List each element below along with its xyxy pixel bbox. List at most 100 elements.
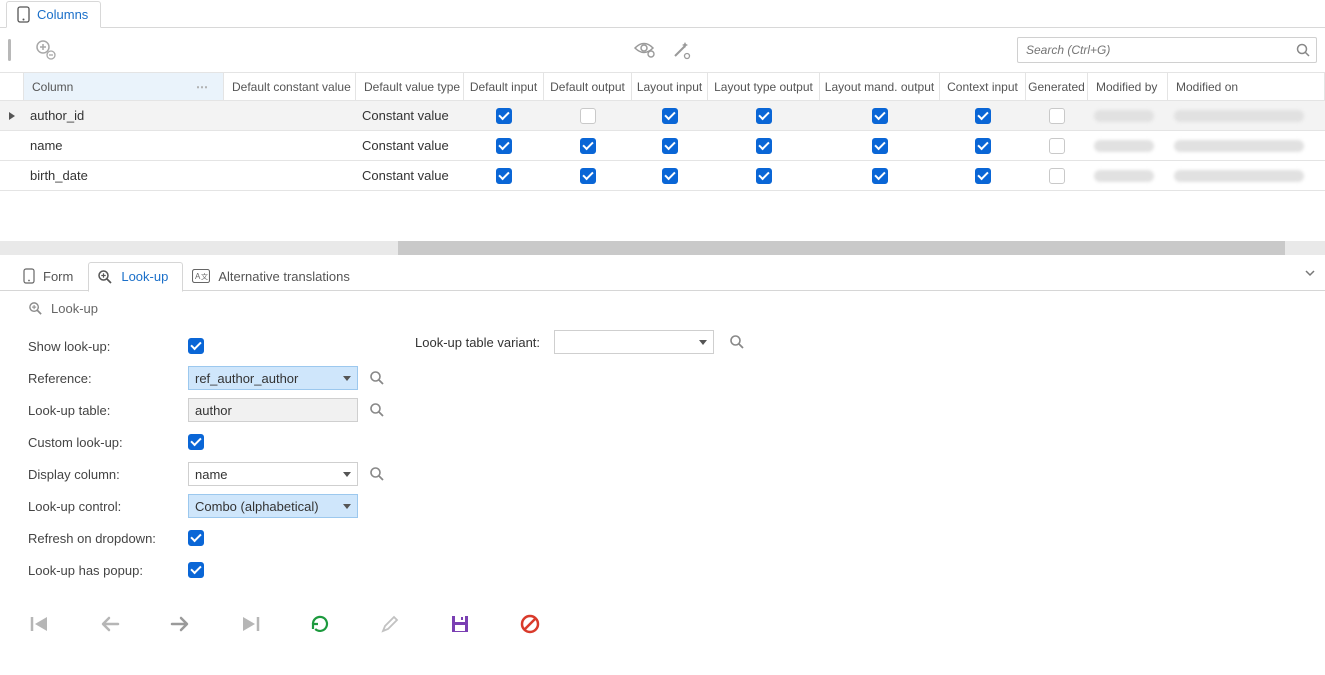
col-header-do[interactable]: Default output [544,73,632,100]
tab-alt-translations[interactable]: A文 Alternative translations [183,261,365,291]
checkbox[interactable] [872,168,888,184]
checkbox[interactable] [496,138,512,154]
checkbox[interactable] [872,138,888,154]
table-row[interactable]: name Constant value [0,130,1325,160]
table-row[interactable]: author_id Constant value [0,100,1325,130]
checkbox[interactable] [756,138,772,154]
col-header-di[interactable]: Default input [464,73,544,100]
refresh-button[interactable] [308,612,332,636]
checkbox[interactable] [1049,108,1065,124]
redacted-text [1174,170,1304,182]
next-record-button[interactable] [168,612,192,636]
translate-icon: A文 [192,269,210,283]
show-lookup-checkbox[interactable] [188,338,204,354]
magnifier-icon [28,301,43,316]
col-header-modby[interactable]: Modified by [1088,73,1168,100]
checkbox[interactable] [975,168,991,184]
tab-lookup-label: Look-up [121,269,168,284]
top-tab-columns[interactable]: Columns [6,1,101,28]
variant-label: Look-up table variant: [415,335,540,350]
col-header-lto[interactable]: Layout type output [708,73,820,100]
lookup-control-label: Look-up control: [28,499,188,514]
has-popup-checkbox[interactable] [188,562,204,578]
reference-search-button[interactable] [368,369,386,387]
cell-dvt: Constant value [356,131,464,160]
display-column-select[interactable]: name [188,462,358,486]
redacted-text [1174,140,1304,152]
checkbox[interactable] [756,168,772,184]
custom-lookup-label: Custom look-up: [28,435,188,450]
tab-form[interactable]: Form [14,261,88,291]
cell-column-name: birth_date [24,161,224,190]
grid-header-row: Column ⋯ Default constant value Default … [0,72,1325,100]
display-column-search-button[interactable] [368,465,386,483]
lookup-table-search-button[interactable] [368,401,386,419]
search-box[interactable] [1017,37,1317,63]
magnifier-icon [97,269,113,285]
col-header-column[interactable]: Column [32,80,73,94]
checkbox[interactable] [580,138,596,154]
col-header-li[interactable]: Layout input [632,73,708,100]
redacted-text [1174,110,1304,122]
horizontal-scrollbar[interactable] [0,241,1325,255]
columns-grid: Column ⋯ Default constant value Default … [0,72,1325,191]
checkbox[interactable] [1049,138,1065,154]
last-record-button[interactable] [238,612,262,636]
col-header-modon[interactable]: Modified on [1168,73,1325,100]
checkbox[interactable] [975,138,991,154]
checkbox[interactable] [756,108,772,124]
col-header-ci[interactable]: Context input [940,73,1026,100]
add-remove-icon[interactable] [35,39,57,61]
checkbox[interactable] [580,168,596,184]
checkbox[interactable] [975,108,991,124]
top-tab-label: Columns [37,7,88,22]
checkbox[interactable] [496,108,512,124]
section-title: Look-up [51,301,98,316]
prev-record-button[interactable] [98,612,122,636]
checkbox[interactable] [580,108,596,124]
custom-lookup-checkbox[interactable] [188,434,204,450]
checkbox[interactable] [662,168,678,184]
reference-label: Reference: [28,371,188,386]
device-icon [15,7,31,23]
table-row[interactable]: birth_dateConstant value [0,160,1325,190]
checkbox[interactable] [662,108,678,124]
wand-icon[interactable] [670,39,692,61]
reference-select[interactable]: ref_author_author [188,366,358,390]
tab-form-label: Form [43,269,73,284]
eye-gear-icon[interactable] [634,39,656,61]
grid-icon[interactable] [8,39,11,61]
edit-button[interactable] [378,612,402,636]
checkbox[interactable] [662,138,678,154]
redacted-text [1094,140,1154,152]
search-input[interactable] [1024,42,1296,58]
cell-column-name: name [24,131,224,160]
first-record-button[interactable] [28,612,52,636]
display-column-label: Display column: [28,467,188,482]
tab-alt-label: Alternative translations [218,269,350,284]
cell-column-name: author_id [24,101,224,130]
search-icon [1296,43,1310,57]
redacted-text [1094,110,1154,122]
has-popup-label: Look-up has popup: [28,563,188,578]
column-menu-icon[interactable]: ⋯ [196,80,215,94]
checkbox[interactable] [872,108,888,124]
lookup-table-label: Look-up table: [28,403,188,418]
tab-lookup[interactable]: Look-up [88,262,183,292]
lookup-table-field[interactable]: author [188,398,358,422]
cancel-button[interactable] [518,612,542,636]
col-header-dcv[interactable]: Default constant value [224,73,356,100]
variant-select[interactable] [554,330,714,354]
col-header-lmo[interactable]: Layout mand. output [820,73,940,100]
save-button[interactable] [448,612,472,636]
refresh-dropdown-checkbox[interactable] [188,530,204,546]
lookup-control-select[interactable]: Combo (alphabetical) [188,494,358,518]
chevron-down-icon[interactable] [1305,268,1315,278]
variant-search-button[interactable] [728,333,746,351]
col-header-gen[interactable]: Generated [1026,73,1088,100]
checkbox[interactable] [496,168,512,184]
checkbox[interactable] [1049,168,1065,184]
col-header-dvt[interactable]: Default value type [356,73,464,100]
cell-dvt: Constant value [356,101,464,130]
redacted-text [1094,170,1154,182]
